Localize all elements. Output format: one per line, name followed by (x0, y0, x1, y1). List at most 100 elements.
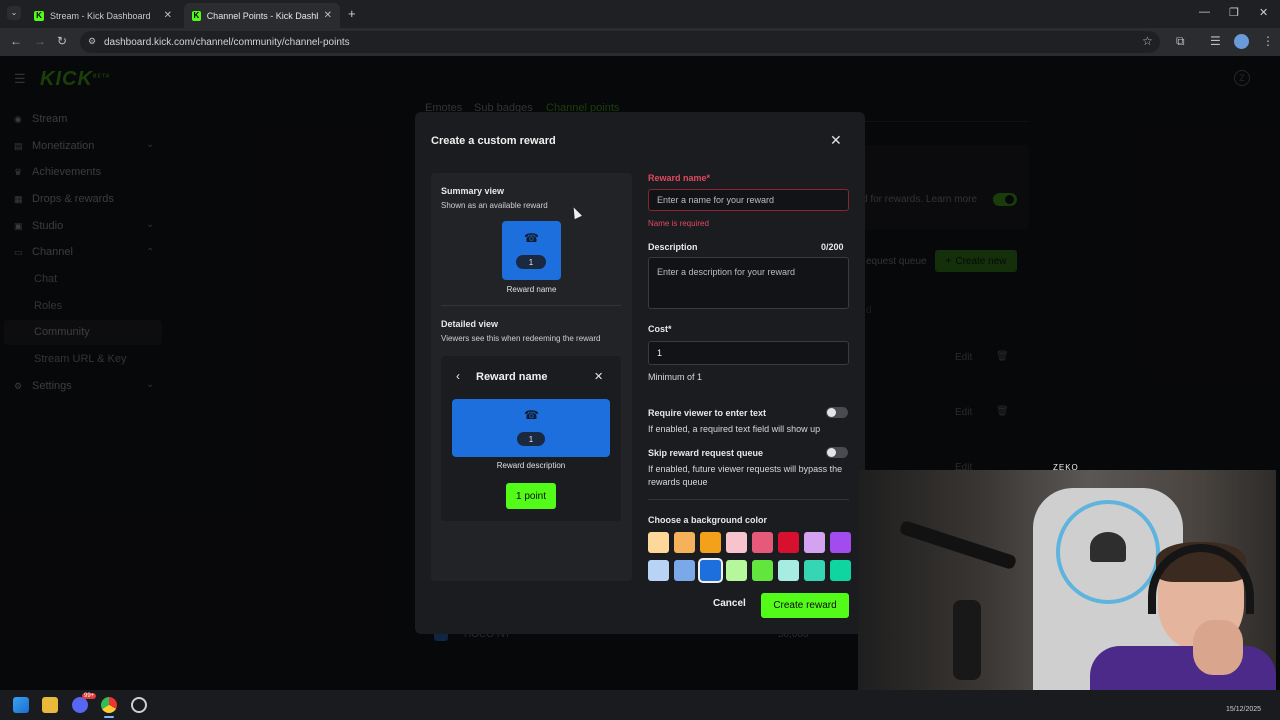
redeem-point-button: 1 point (506, 483, 556, 509)
name-error-text: Name is required (648, 219, 709, 228)
color-swatch[interactable] (830, 532, 851, 553)
active-app-indicator (104, 716, 114, 718)
color-swatch[interactable] (778, 532, 799, 553)
browser-tab-stream[interactable]: K Stream - Kick Dashboard ✕ (26, 3, 180, 28)
discord-badge: 99+ (82, 693, 97, 699)
create-reward-button[interactable]: Create reward (761, 593, 849, 618)
color-swatch[interactable] (726, 560, 747, 581)
browser-tab-channel-points[interactable]: K Channel Points - Kick Dashboar ✕ (184, 3, 340, 28)
detail-title: Reward name (476, 371, 548, 383)
color-swatch[interactable] (726, 532, 747, 553)
toggle-knob (827, 448, 836, 457)
skip-queue-toggle[interactable] (826, 447, 848, 458)
forward-icon[interactable]: → (34, 34, 46, 48)
tab-title: Stream - Kick Dashboard (50, 10, 151, 21)
cost-pill: 1 (516, 255, 546, 269)
summary-view-heading: Summary view (441, 186, 505, 196)
description-placeholder: Enter a description for your reward (657, 267, 796, 277)
description-textarea[interactable]: Enter a description for your reward (648, 257, 849, 309)
color-swatch[interactable] (674, 560, 695, 581)
color-swatch[interactable] (648, 560, 669, 581)
summary-view-subtitle: Shown as an available reward (441, 201, 548, 210)
tab-title: Channel Points - Kick Dashboar (206, 10, 318, 21)
browser-menu-icon[interactable]: ⋮ (1262, 34, 1274, 48)
color-swatch[interactable] (778, 560, 799, 581)
close-icon: ✕ (594, 371, 604, 383)
detail-reward-banner: ☎ 1 (452, 399, 610, 457)
reward-name-label: Reward name* (648, 173, 711, 183)
site-info-icon[interactable]: ⚙ (88, 36, 96, 47)
cost-help-text: Minimum of 1 (648, 372, 703, 382)
color-swatch[interactable] (648, 532, 669, 553)
color-swatch-grid (648, 532, 856, 584)
tab-close-icon[interactable]: ✕ (324, 10, 332, 21)
corsair-logo-icon (1090, 532, 1126, 562)
extensions-icon[interactable]: ⧉ (1176, 34, 1185, 49)
tab-list-chevron-icon[interactable]: ⌄ (7, 6, 21, 20)
taskbar-date: 15/12/2025 (1226, 706, 1262, 713)
require-text-toggle[interactable] (826, 407, 848, 418)
address-bar[interactable]: ⚙ dashboard.kick.com/channel/community/c… (80, 31, 1160, 53)
color-swatch[interactable] (752, 532, 773, 553)
color-swatch[interactable] (674, 532, 695, 553)
detailed-view-heading: Detailed view (441, 319, 499, 329)
kick-favicon-icon: K (192, 10, 201, 21)
close-icon[interactable]: ✕ (830, 132, 842, 149)
require-text-help: If enabled, a required text field will s… (648, 424, 821, 434)
settings-app-icon[interactable] (131, 697, 147, 713)
streamer-hand (1193, 620, 1243, 675)
microphone (953, 600, 981, 680)
reload-icon[interactable]: ↻ (57, 34, 67, 48)
reward-icon: ☎ (524, 231, 539, 245)
kick-favicon-icon: K (34, 10, 44, 21)
reward-preview-panel: Summary view Shown as an available rewar… (431, 173, 632, 581)
description-label: Description (648, 242, 698, 252)
discord-icon[interactable] (72, 697, 88, 713)
toggle-knob (827, 408, 836, 417)
description-counter: 0/200 (821, 242, 844, 252)
url-text: dashboard.kick.com/channel/community/cha… (104, 36, 350, 48)
new-tab-button[interactable]: + (348, 6, 356, 21)
detailed-reward-card: ‹ Reward name ✕ ☎ 1 Reward description 1… (441, 356, 621, 521)
create-reward-dialog: Create a custom reward ✕ Summary view Sh… (415, 112, 865, 634)
summary-reward-card: ☎ 1 (502, 221, 561, 280)
browser-toolbar: ← → ↻ ⚙ dashboard.kick.com/channel/commu… (0, 28, 1280, 56)
color-swatch[interactable] (752, 560, 773, 581)
detailed-view-subtitle: Viewers see this when redeeming the rewa… (441, 334, 601, 343)
minimize-icon[interactable]: — (1199, 6, 1210, 18)
color-swatch[interactable] (698, 558, 723, 583)
color-swatch[interactable] (804, 532, 825, 553)
summary-caption: Reward name (506, 285, 557, 294)
browser-tab-bar: ⌄ K Stream - Kick Dashboard ✕ K Channel … (0, 0, 1280, 28)
window-close-icon[interactable]: ✕ (1259, 6, 1268, 19)
skip-queue-label: Skip reward request queue (648, 448, 764, 458)
chrome-icon[interactable] (101, 697, 117, 713)
divider (441, 305, 621, 306)
cost-pill: 1 (517, 432, 545, 446)
bookmark-star-icon[interactable]: ☆ (1142, 34, 1153, 48)
color-label: Choose a background color (648, 515, 768, 525)
reward-name-input[interactable]: Enter a name for your reward (648, 189, 849, 211)
color-swatch[interactable] (804, 560, 825, 581)
require-text-label: Require viewer to enter text (648, 408, 767, 418)
color-swatch[interactable] (700, 532, 721, 553)
windows-taskbar (0, 690, 1280, 720)
cost-input[interactable]: 1 (648, 341, 849, 365)
cancel-button[interactable]: Cancel (713, 598, 746, 609)
cost-label: Cost* (648, 324, 672, 334)
dialog-title: Create a custom reward (431, 135, 556, 147)
detail-description: Reward description (496, 461, 566, 470)
webcam-overlay (858, 470, 1276, 706)
webcam-brand-label: ZEKO (1053, 463, 1079, 472)
file-explorer-icon[interactable] (42, 697, 58, 713)
back-icon[interactable]: ← (10, 34, 22, 48)
tab-close-icon[interactable]: ✕ (164, 10, 172, 21)
divider (648, 499, 849, 500)
media-icon[interactable]: ☰ (1210, 34, 1221, 48)
windows-start-icon[interactable] (13, 697, 29, 713)
skip-queue-help: If enabled, future viewer requests will … (648, 464, 843, 487)
profile-avatar[interactable] (1234, 34, 1249, 49)
color-swatch[interactable] (830, 560, 851, 581)
reward-icon: ☎ (524, 408, 539, 422)
restore-icon[interactable]: ❐ (1229, 6, 1239, 19)
